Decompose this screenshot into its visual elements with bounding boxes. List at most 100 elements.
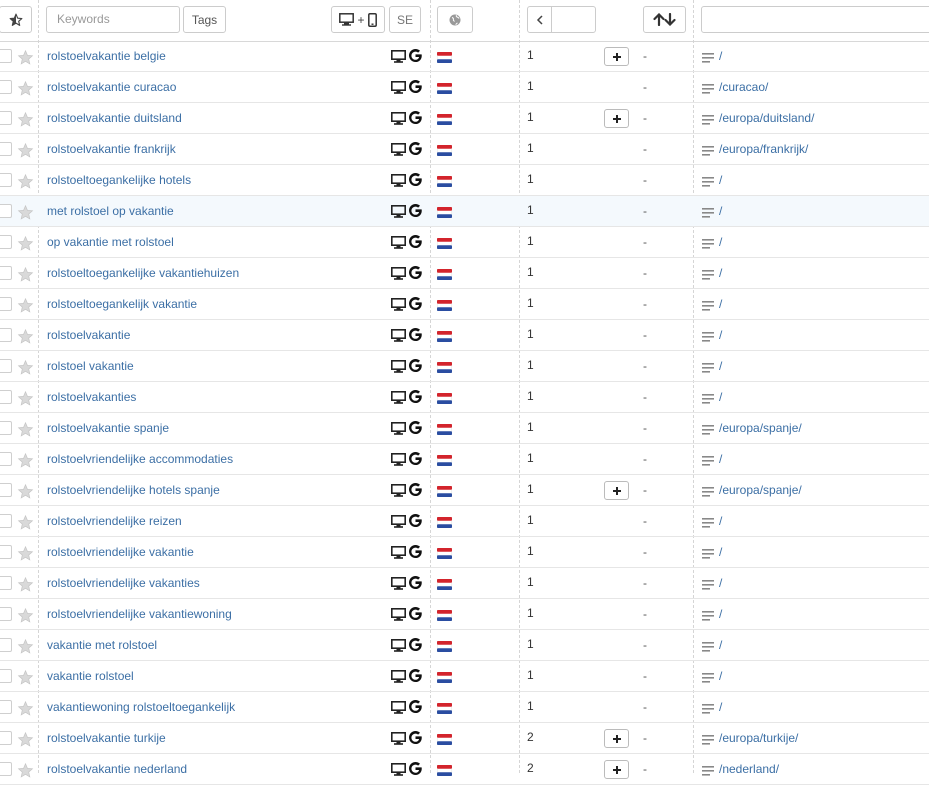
url-link[interactable]: /: [719, 545, 722, 559]
table-row[interactable]: rolstoeltoegankelijke hotels 1 - /: [0, 165, 929, 196]
star-icon[interactable]: [17, 452, 34, 469]
keyword-link[interactable]: rolstoel vakantie: [47, 359, 134, 373]
keyword-link[interactable]: op vakantie met rolstoel: [47, 235, 174, 249]
star-icon[interactable]: [17, 359, 34, 376]
url-link[interactable]: /: [719, 669, 722, 683]
table-row[interactable]: rolstoel vakantie 1 - /: [0, 351, 929, 382]
keyword-link[interactable]: rolstoelvriendelijke vakantie: [47, 545, 194, 559]
url-link[interactable]: /: [719, 700, 722, 714]
tags-button[interactable]: Tags: [183, 6, 226, 33]
table-row[interactable]: rolstoelvakantie spanje 1 - /europa/span…: [0, 413, 929, 444]
url-link[interactable]: /: [719, 607, 722, 621]
row-checkbox[interactable]: [0, 731, 12, 745]
add-button[interactable]: [604, 729, 629, 748]
star-icon[interactable]: [17, 328, 34, 345]
row-checkbox[interactable]: [0, 359, 12, 373]
row-checkbox[interactable]: [0, 49, 12, 63]
keyword-link[interactable]: rolstoelvakantie nederland: [47, 762, 187, 776]
url-link[interactable]: /: [719, 235, 722, 249]
star-icon[interactable]: [17, 111, 34, 128]
table-row[interactable]: vakantie rolstoel 1 - /: [0, 661, 929, 692]
row-checkbox[interactable]: [0, 80, 12, 94]
star-icon[interactable]: [17, 235, 34, 252]
url-link[interactable]: /: [719, 390, 722, 404]
table-row[interactable]: op vakantie met rolstoel 1 - /: [0, 227, 929, 258]
row-checkbox[interactable]: [0, 142, 12, 156]
table-row[interactable]: rolstoelvakantie nederland 2 - /nederlan…: [0, 754, 929, 785]
keyword-link[interactable]: vakantiewoning rolstoeltoegankelijk: [47, 700, 235, 714]
row-checkbox[interactable]: [0, 173, 12, 187]
row-checkbox[interactable]: [0, 266, 12, 280]
row-checkbox[interactable]: [0, 483, 12, 497]
keyword-link[interactable]: rolstoelvriendelijke vakantiewoning: [47, 607, 232, 621]
keyword-link[interactable]: rolstoeltoegankelijke hotels: [47, 173, 191, 187]
add-button[interactable]: [604, 47, 629, 66]
star-icon[interactable]: [17, 638, 34, 655]
row-checkbox[interactable]: [0, 669, 12, 683]
table-row[interactable]: rolstoelvakantie turkije 2 - /europa/tur…: [0, 723, 929, 754]
url-link[interactable]: /: [719, 297, 722, 311]
search-engine-button[interactable]: SE: [389, 6, 421, 33]
keyword-link[interactable]: rolstoelvakanties: [47, 390, 136, 404]
keyword-link[interactable]: rolstoelvakantie duitsland: [47, 111, 182, 125]
keyword-link[interactable]: rolstoelvriendelijke reizen: [47, 514, 182, 528]
star-icon[interactable]: [17, 576, 34, 593]
url-link[interactable]: /: [719, 452, 722, 466]
star-icon[interactable]: [17, 297, 34, 314]
keyword-link[interactable]: rolstoelvriendelijke accommodaties: [47, 452, 233, 466]
keyword-link[interactable]: rolstoelvakantie spanje: [47, 421, 169, 435]
row-checkbox[interactable]: [0, 328, 12, 342]
star-icon[interactable]: [17, 483, 34, 500]
row-checkbox[interactable]: [0, 421, 12, 435]
table-row[interactable]: rolstoelvriendelijke vakantie 1 - /: [0, 537, 929, 568]
url-link[interactable]: /: [719, 173, 722, 187]
position-filter-input[interactable]: [551, 6, 596, 33]
row-checkbox[interactable]: [0, 452, 12, 466]
star-icon[interactable]: [17, 80, 34, 97]
star-icon[interactable]: [17, 49, 34, 66]
star-icon[interactable]: [17, 762, 34, 779]
location-filter-button[interactable]: [437, 6, 473, 33]
row-checkbox[interactable]: [0, 297, 12, 311]
row-checkbox[interactable]: [0, 576, 12, 590]
keyword-link[interactable]: rolstoeltoegankelijk vakantie: [47, 297, 197, 311]
keyword-link[interactable]: rolstoelvakantie turkije: [47, 731, 166, 745]
url-link[interactable]: /: [719, 266, 722, 280]
sort-button[interactable]: [643, 6, 686, 33]
device-filter-button[interactable]: +: [331, 6, 385, 33]
row-checkbox[interactable]: [0, 607, 12, 621]
url-link[interactable]: /: [719, 359, 722, 373]
star-icon[interactable]: [17, 173, 34, 190]
star-icon[interactable]: [17, 545, 34, 562]
star-icon[interactable]: [17, 266, 34, 283]
add-button[interactable]: [604, 109, 629, 128]
url-link[interactable]: /europa/duitsland/: [719, 111, 814, 125]
row-checkbox[interactable]: [0, 235, 12, 249]
table-row[interactable]: vakantiewoning rolstoeltoegankelijk 1 - …: [0, 692, 929, 723]
table-row[interactable]: rolstoelvakantie frankrijk 1 - /europa/f…: [0, 134, 929, 165]
table-row[interactable]: met rolstoel op vakantie 1 - /: [0, 196, 929, 227]
star-icon[interactable]: [17, 142, 34, 159]
url-link[interactable]: /europa/spanje/: [719, 483, 802, 497]
url-link[interactable]: /europa/turkije/: [719, 731, 798, 745]
star-icon[interactable]: [17, 607, 34, 624]
table-row[interactable]: rolstoeltoegankelijk vakantie 1 - /: [0, 289, 929, 320]
table-row[interactable]: rolstoelvriendelijke vakantiewoning 1 - …: [0, 599, 929, 630]
keyword-link[interactable]: rolstoelvriendelijke hotels spanje: [47, 483, 220, 497]
table-row[interactable]: rolstoelvriendelijke hotels spanje 1 - /…: [0, 475, 929, 506]
table-row[interactable]: rolstoelvakanties 1 - /: [0, 382, 929, 413]
keyword-link[interactable]: rolstoelvakantie: [47, 328, 130, 342]
row-checkbox[interactable]: [0, 514, 12, 528]
star-icon[interactable]: [17, 700, 34, 717]
row-checkbox[interactable]: [0, 762, 12, 776]
row-checkbox[interactable]: [0, 111, 12, 125]
table-row[interactable]: rolstoelvriendelijke vakanties 1 - /: [0, 568, 929, 599]
url-link[interactable]: /europa/spanje/: [719, 421, 802, 435]
table-row[interactable]: rolstoelvriendelijke accommodaties 1 - /: [0, 444, 929, 475]
add-button[interactable]: [604, 760, 629, 779]
url-link[interactable]: /nederland/: [719, 762, 779, 776]
keyword-link[interactable]: vakantie met rolstoel: [47, 638, 157, 652]
row-checkbox[interactable]: [0, 638, 12, 652]
url-link[interactable]: /: [719, 49, 722, 63]
keyword-link[interactable]: rolstoeltoegankelijke vakantiehuizen: [47, 266, 239, 280]
